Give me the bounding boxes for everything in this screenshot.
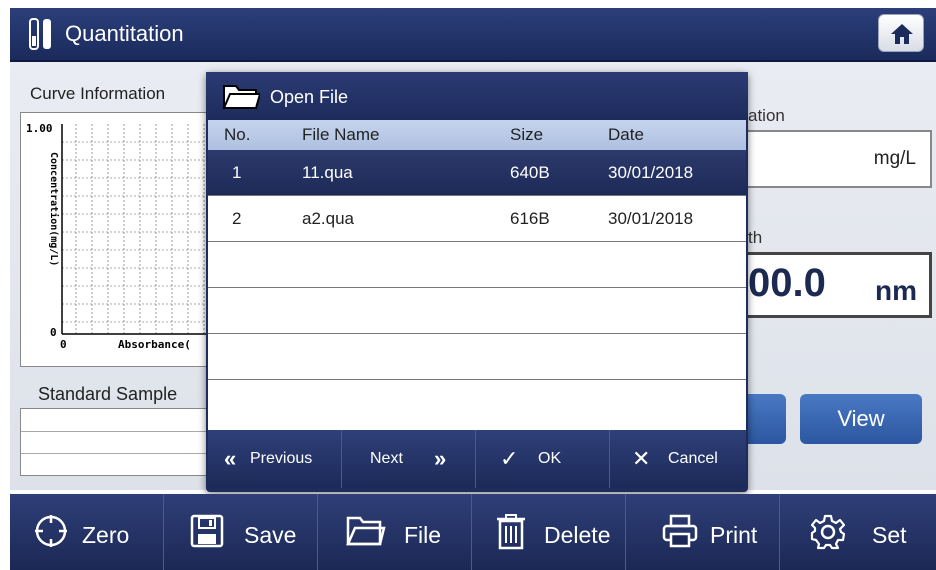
empty-row[interactable] xyxy=(208,380,746,426)
ok-label: OK xyxy=(538,450,562,467)
title-bar: Quantitation xyxy=(10,8,936,62)
bottom-toolbar: Zero Save File Delete Print Set xyxy=(10,494,936,570)
next-label: Next xyxy=(370,450,403,467)
y-max-label: 1.00 xyxy=(26,122,53,135)
file-list: No. File Name Size Date 1 11.qua 640B 30… xyxy=(208,120,746,430)
column-date: Date xyxy=(608,125,644,144)
dialog-header: Open File xyxy=(206,72,748,120)
previous-label: Previous xyxy=(250,450,313,467)
home-icon xyxy=(891,24,913,44)
y-min-label: 0 xyxy=(50,326,57,339)
printer-icon xyxy=(662,514,698,548)
concentration-unit: mg/L xyxy=(873,148,916,169)
file-row[interactable]: 2 a2.qua 616B 30/01/2018 xyxy=(208,196,746,242)
next-button[interactable]: Next » xyxy=(342,430,476,488)
file-size: 640B xyxy=(510,163,550,182)
standard-sample-table xyxy=(20,408,210,476)
dialog-title: Open File xyxy=(270,87,349,107)
column-size: Size xyxy=(510,125,544,144)
zero-label: Zero xyxy=(82,522,130,548)
file-name: a2.qua xyxy=(302,209,354,228)
y-axis-label: Concentration(mg/L) xyxy=(48,152,60,266)
chart-grid xyxy=(62,124,210,334)
curve-information-title: Curve Information xyxy=(30,84,166,103)
trash-icon xyxy=(497,514,525,550)
cancel-label: Cancel xyxy=(668,450,718,467)
page-title: Quantitation xyxy=(65,21,184,46)
calibration-curve-chart: 1.00 0 0 Absorbance( Concentration(mg/L) xyxy=(26,122,210,351)
set-button[interactable]: Set xyxy=(780,494,936,570)
set-label: Set xyxy=(872,522,907,548)
wavelength-label: th xyxy=(748,228,763,247)
standard-sample-title: Standard Sample xyxy=(38,384,178,404)
dialog-footer: « Previous Next » ✓ OK ✕ Cancel xyxy=(208,430,746,488)
table-divider xyxy=(21,431,209,432)
wavelength-field[interactable]: 00.0 nm xyxy=(748,252,932,318)
file-row-selected[interactable]: 1 11.qua 640B 30/01/2018 xyxy=(208,150,746,196)
ok-button[interactable]: ✓ OK xyxy=(476,430,610,488)
concentration-label: ation xyxy=(748,106,785,125)
x-axis-label: Absorbance( xyxy=(118,338,191,351)
partial-action-button[interactable] xyxy=(748,394,786,444)
folder-icon xyxy=(222,85,260,109)
open-file-dialog: Open File No. File Name Size Date 1 11.q… xyxy=(206,72,748,492)
zero-target-icon xyxy=(35,515,67,547)
save-label: Save xyxy=(244,522,297,548)
save-button[interactable]: Save xyxy=(164,494,318,570)
file-name: 11.qua xyxy=(302,163,353,182)
x-min-label: 0 xyxy=(60,338,67,351)
file-date: 30/01/2018 xyxy=(608,163,694,182)
file-no: 1 xyxy=(232,163,242,182)
empty-row[interactable] xyxy=(208,334,746,380)
file-list-header: No. File Name Size Date xyxy=(208,120,746,150)
wavelength-unit: nm xyxy=(875,275,917,306)
delete-button[interactable]: Delete xyxy=(472,494,626,570)
test-tube-icon xyxy=(29,18,51,50)
print-label: Print xyxy=(710,522,758,548)
gear-icon xyxy=(810,514,846,550)
empty-row[interactable] xyxy=(208,288,746,334)
file-button[interactable]: File xyxy=(318,494,472,570)
file-no: 2 xyxy=(232,209,242,228)
column-no: No. xyxy=(224,125,251,144)
file-size: 616B xyxy=(510,209,550,228)
file-label: File xyxy=(404,522,442,548)
table-divider xyxy=(21,453,209,454)
zero-button[interactable]: Zero xyxy=(10,494,164,570)
folder-icon xyxy=(346,516,386,546)
double-chevron-left-icon: « xyxy=(224,446,237,471)
cancel-button[interactable]: ✕ Cancel xyxy=(610,430,746,488)
concentration-field[interactable]: mg/L xyxy=(748,130,932,188)
empty-row[interactable] xyxy=(208,242,746,288)
home-button[interactable] xyxy=(878,14,924,52)
file-date: 30/01/2018 xyxy=(608,209,694,228)
close-icon: ✕ xyxy=(632,446,651,471)
delete-label: Delete xyxy=(544,522,611,548)
print-button[interactable]: Print xyxy=(626,494,780,570)
double-chevron-right-icon: » xyxy=(434,446,447,471)
checkmark-icon: ✓ xyxy=(500,446,519,471)
previous-button[interactable]: « Previous xyxy=(208,430,342,488)
view-button[interactable]: View xyxy=(800,394,922,444)
wavelength-value: 00.0 xyxy=(748,261,826,305)
column-file-name: File Name xyxy=(302,125,380,144)
save-disk-icon xyxy=(190,514,224,548)
